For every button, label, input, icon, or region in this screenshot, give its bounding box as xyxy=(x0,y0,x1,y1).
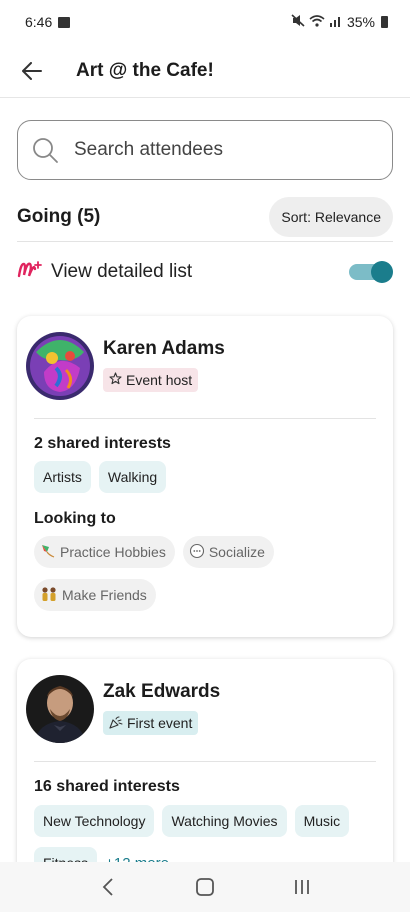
toggle-knob xyxy=(371,261,393,283)
search-icon xyxy=(30,135,60,165)
attendee-name[interactable]: Zak Edwards xyxy=(103,681,220,703)
chevron-left-icon xyxy=(103,878,113,896)
looking-to-pills: Make Friends xyxy=(34,579,156,611)
interest-chip[interactable]: Walking xyxy=(98,461,167,493)
status-icons: 35% xyxy=(291,14,388,30)
looking-to-pill: Practice Hobbies xyxy=(34,536,175,568)
nav-back-button[interactable] xyxy=(83,867,133,907)
wifi-icon xyxy=(309,14,325,30)
attendee-card[interactable]: Karen Adams Event host 2 shared interest… xyxy=(17,316,393,637)
arrow-left-icon xyxy=(22,61,42,80)
attendee-name[interactable]: Karen Adams xyxy=(103,338,225,360)
battery-icon xyxy=(381,16,388,28)
shared-interests-title: 16 shared interests xyxy=(34,778,180,795)
status-time: 6:46 xyxy=(25,14,53,30)
kite-icon xyxy=(40,543,56,562)
badge-label: Event host xyxy=(126,372,193,388)
pill-label: Make Friends xyxy=(62,587,147,603)
going-row: Going (5) Sort: Relevance xyxy=(17,196,393,238)
detailed-list-label: View detailed list xyxy=(51,261,193,282)
recents-icon xyxy=(294,880,309,894)
back-button[interactable] xyxy=(12,51,52,91)
divider xyxy=(17,241,393,242)
search-box[interactable] xyxy=(17,120,393,180)
party-popper-icon xyxy=(109,715,123,732)
interest-chip[interactable]: Watching Movies xyxy=(162,805,287,837)
home-square-icon xyxy=(196,878,214,896)
system-nav-bar xyxy=(0,862,410,912)
interest-chip[interactable]: New Technology xyxy=(34,805,155,837)
looking-to-title: Looking to xyxy=(34,510,116,527)
signal-icon xyxy=(329,15,343,30)
detailed-list-row: View detailed list xyxy=(17,254,393,290)
avatar xyxy=(26,332,94,400)
shared-interests-title: 2 shared interests xyxy=(34,435,171,452)
battery-percent: 35% xyxy=(346,14,375,30)
avatar xyxy=(26,675,94,743)
image-notification-icon xyxy=(58,16,71,28)
going-count-label: Going (5) xyxy=(17,206,101,227)
interest-chip[interactable]: Music xyxy=(294,805,350,837)
star-icon xyxy=(109,372,122,388)
looking-to-pill: Socialize xyxy=(182,536,274,568)
friends-icon xyxy=(40,586,58,605)
meetup-plus-icon xyxy=(17,259,45,285)
app-bar: Art @ the Cafe! xyxy=(0,44,410,98)
detailed-list-toggle[interactable] xyxy=(349,261,393,283)
mute-icon xyxy=(291,14,305,30)
nav-home-button[interactable] xyxy=(180,867,230,907)
interest-chips: Artists Walking xyxy=(34,461,167,493)
pill-label: Socialize xyxy=(208,544,265,560)
badge-label: First event xyxy=(127,715,193,731)
looking-to-pill: Make Friends xyxy=(34,579,156,611)
sort-button[interactable]: Sort: Relevance xyxy=(269,197,393,237)
nav-recents-button[interactable] xyxy=(277,867,327,907)
status-bar: 6:46 35% xyxy=(0,0,410,44)
divider xyxy=(34,418,376,419)
looking-to-pills: Practice Hobbies Socialize xyxy=(34,536,274,568)
pill-label: Practice Hobbies xyxy=(60,544,166,560)
divider xyxy=(34,761,376,762)
search-input[interactable] xyxy=(74,139,354,161)
interest-chip[interactable]: Artists xyxy=(34,461,91,493)
chat-bubble-icon xyxy=(189,543,205,562)
interest-chips: New Technology Watching Movies Music xyxy=(34,805,350,837)
page-title: Art @ the Cafe! xyxy=(76,59,214,81)
first-event-badge: First event xyxy=(103,711,199,735)
event-host-badge: Event host xyxy=(103,368,199,392)
